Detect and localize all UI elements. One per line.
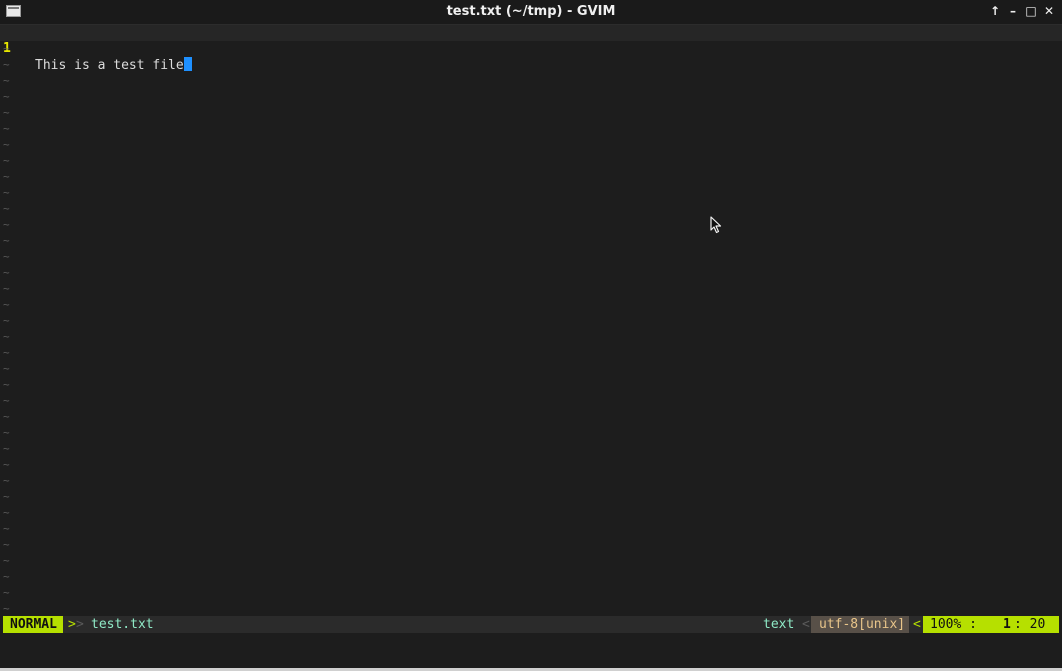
text-line[interactable]: 1 This is a test file (0, 25, 1062, 73)
empty-line-marker: ~ (3, 602, 10, 615)
empty-line-marker: ~ (3, 570, 10, 583)
empty-line-marker: ~ (3, 234, 10, 247)
window-title: test.txt (~/tmp) - GVIM (446, 4, 616, 19)
separator-arrow: > (76, 617, 84, 632)
empty-line-marker: ~ (3, 474, 10, 487)
line-text[interactable]: This is a test file (35, 57, 192, 74)
mouse-pointer-icon (710, 216, 722, 234)
separator-arrow: > (68, 617, 76, 632)
empty-line-marker: ~ (3, 266, 10, 279)
empty-line-marker: ~ (3, 346, 10, 359)
separator-arrow: < (802, 617, 810, 632)
keep-above-icon[interactable]: ↑ (988, 3, 1002, 19)
empty-line-marker: ~ (3, 314, 10, 327)
status-encoding: utf-8[unix] (811, 616, 910, 633)
text-editor-area[interactable]: 1 This is a test file ~ ~ ~ ~ ~ ~ ~ ~ ~ ~ ~ ~ ~ ~ ~ ~ ~ ~… (0, 25, 1062, 615)
text-cursor (183, 57, 192, 71)
empty-line-marker: ~ (3, 122, 10, 135)
title-bar[interactable]: test.txt (~/tmp) - GVIM ↑ – □ ✕ (0, 0, 1062, 25)
empty-line-marker: ~ (3, 538, 10, 551)
empty-line-marker: ~ (3, 522, 10, 535)
empty-line-marker: ~ (3, 426, 10, 439)
status-line: NORMAL > > test.txt text < utf-8[unix] <… (3, 616, 1059, 633)
line-content: This is a test file (35, 58, 184, 73)
status-filename: test.txt (91, 617, 154, 632)
close-icon[interactable]: ✕ (1042, 3, 1056, 19)
gvim-window: test.txt (~/tmp) - GVIM ↑ – □ ✕ 1 This i… (0, 0, 1062, 671)
window-controls: ↑ – □ ✕ (988, 3, 1056, 19)
minimize-icon[interactable]: – (1006, 3, 1020, 19)
empty-line-marker: ~ (3, 298, 10, 311)
empty-line-marker: ~ (3, 154, 10, 167)
status-column: : 20 (1014, 617, 1046, 632)
command-line[interactable] (0, 634, 1062, 668)
empty-line-marker: ~ (3, 58, 10, 71)
empty-line-marker: ~ (3, 218, 10, 231)
status-position: 100% : 1 : 20 (923, 616, 1059, 633)
empty-line-marker: ~ (3, 330, 10, 343)
empty-line-marker: ~ (3, 410, 10, 423)
empty-line-marker: ~ (3, 490, 10, 503)
empty-line-marker: ~ (3, 250, 10, 263)
status-percent: 100% : (930, 617, 977, 632)
empty-line-marker: ~ (3, 74, 10, 87)
empty-line-marker: ~ (3, 138, 10, 151)
maximize-icon[interactable]: □ (1024, 3, 1038, 19)
separator-arrow: < (913, 617, 921, 632)
status-filetype: text (763, 617, 795, 632)
empty-line-marker: ~ (3, 506, 10, 519)
empty-line-marker: ~ (3, 458, 10, 471)
empty-line-marker: ~ (3, 362, 10, 375)
mode-indicator: NORMAL (3, 616, 63, 633)
empty-line-marker: ~ (3, 378, 10, 391)
empty-line-marker: ~ (3, 170, 10, 183)
empty-line-marker: ~ (3, 186, 10, 199)
empty-line-marker: ~ (3, 442, 10, 455)
empty-line-marker: ~ (3, 554, 10, 567)
empty-line-marker: ~ (3, 394, 10, 407)
empty-line-marker: ~ (3, 282, 10, 295)
empty-line-marker: ~ (3, 586, 10, 599)
empty-line-marker: ~ (3, 42, 10, 55)
status-line-number: 1 (1003, 617, 1011, 632)
empty-line-marker: ~ (3, 202, 10, 215)
empty-line-marker: ~ (3, 106, 10, 119)
empty-line-marker: ~ (3, 90, 10, 103)
